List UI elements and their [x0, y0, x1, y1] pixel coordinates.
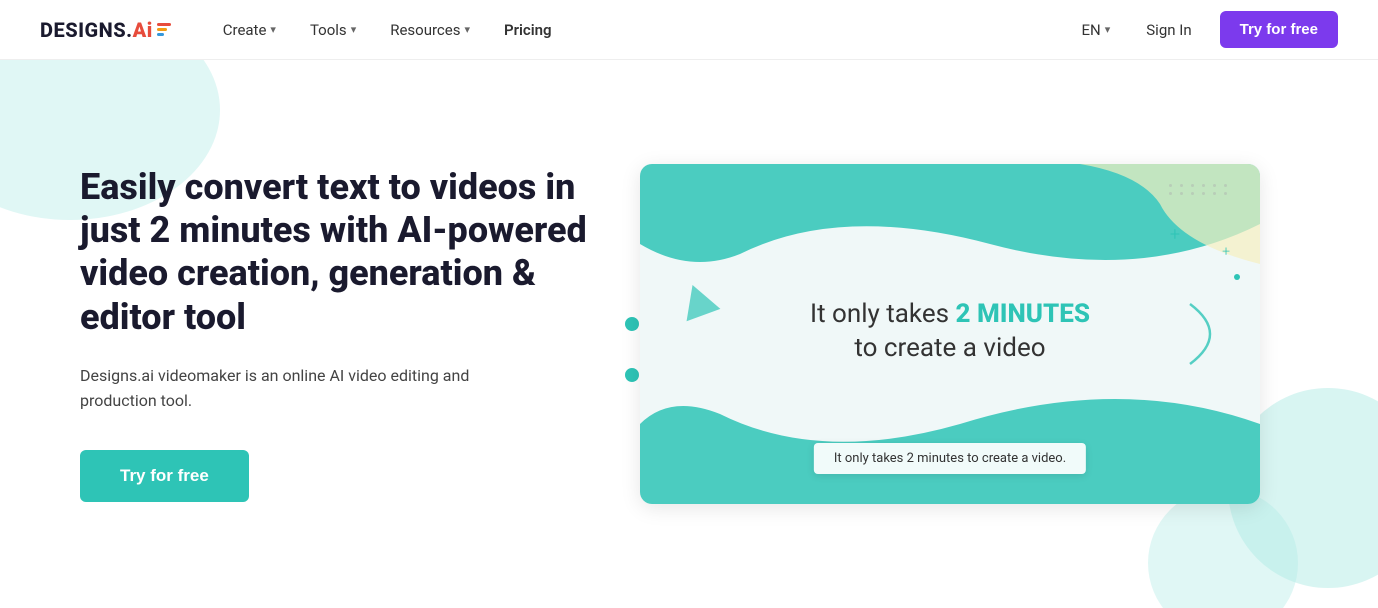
hero-content: Easily convert text to videos in just 2 … — [80, 166, 600, 502]
small-circle-decoration — [1234, 274, 1240, 280]
nav-item-resources[interactable]: Resources ▾ — [378, 13, 482, 47]
nav-item-create[interactable]: Create ▾ — [211, 13, 288, 47]
arc-decoration — [1180, 294, 1230, 374]
video-line2: to create a video — [702, 333, 1198, 363]
logo-bars — [157, 23, 171, 36]
plus-decoration-1: + — [1170, 224, 1180, 245]
video-center-text: It only takes 2 MINUTES to create a vide… — [702, 299, 1198, 363]
sign-in-link[interactable]: Sign In — [1134, 13, 1203, 47]
chevron-down-icon: ▾ — [270, 23, 276, 36]
video-line1: It only takes 2 MINUTES — [702, 299, 1198, 329]
chevron-down-icon: ▾ — [464, 23, 470, 36]
dot-decoration-1 — [625, 317, 639, 331]
plus-decoration-2: + — [1222, 244, 1230, 260]
hero-description: Designs.ai videomaker is an online AI vi… — [80, 363, 500, 414]
wave-cream — [1080, 164, 1260, 264]
nav-resources-label: Resources — [390, 21, 460, 39]
navbar: DESIGNS. Ai Create ▾ Tools ▾ Resources ▾… — [0, 0, 1378, 60]
nav-right: EN ▾ Sign In Try for free — [1074, 11, 1339, 48]
nav-item-pricing[interactable]: Pricing — [492, 13, 564, 47]
hero-headline: Easily convert text to videos in just 2 … — [80, 166, 600, 339]
chevron-down-icon: ▾ — [351, 23, 357, 36]
brand-name: DESIGNS. — [40, 18, 133, 42]
video-highlight: 2 MINUTES — [956, 299, 1090, 329]
language-label: EN — [1082, 21, 1101, 39]
dots-grid — [1169, 184, 1230, 195]
video-line1-text: It only takes — [810, 299, 956, 329]
video-preview: + + It only takes 2 MINUTES to create a … — [640, 164, 1280, 504]
brand-ai: Ai — [133, 18, 153, 42]
wave-bottom — [640, 374, 1260, 504]
nav-links: Create ▾ Tools ▾ Resources ▾ Pricing — [211, 13, 1074, 47]
try-for-free-button-main[interactable]: Try for free — [80, 450, 249, 502]
nav-tools-label: Tools — [310, 21, 347, 39]
logo-bar-3 — [157, 33, 164, 36]
logo-bar-2 — [157, 28, 167, 31]
try-for-free-button-nav[interactable]: Try for free — [1220, 11, 1338, 48]
logo-bar-1 — [157, 23, 171, 26]
dot-decoration-2 — [625, 368, 639, 382]
video-subtitle: It only takes 2 minutes to create a vide… — [814, 443, 1086, 474]
nav-create-label: Create — [223, 21, 267, 39]
video-card[interactable]: + + It only takes 2 MINUTES to create a … — [640, 164, 1260, 504]
main-content: Easily convert text to videos in just 2 … — [0, 60, 1378, 608]
nav-item-tools[interactable]: Tools ▾ — [298, 13, 368, 47]
logo[interactable]: DESIGNS. Ai — [40, 18, 171, 42]
chevron-down-icon: ▾ — [1105, 23, 1111, 36]
nav-pricing-label: Pricing — [504, 21, 552, 39]
language-selector[interactable]: EN ▾ — [1074, 15, 1119, 45]
